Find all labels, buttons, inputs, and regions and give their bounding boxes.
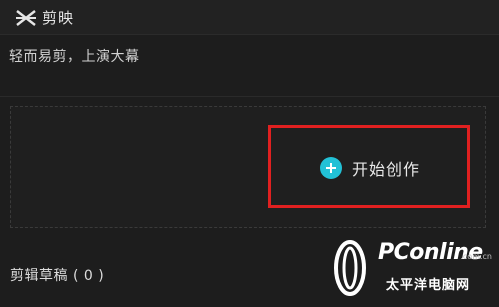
divider xyxy=(0,96,499,97)
pconline-watermark: PConline .com.cn 太平洋电脑网 xyxy=(330,232,496,304)
capcut-logo-icon xyxy=(16,9,36,26)
watermark-domain: .com.cn xyxy=(460,252,492,261)
pconline-logo-icon xyxy=(334,240,366,296)
app-window: 剪映 轻而易剪，上演大幕 开始创作 剪辑草稿 ( 0 ) PConline .c… xyxy=(0,0,499,307)
tagline: 轻而易剪，上演大幕 xyxy=(9,49,140,65)
drafts-section-title: 剪辑草稿 ( 0 ) xyxy=(10,268,105,284)
start-creating-label: 开始创作 xyxy=(352,160,421,179)
app-logo: 剪映 xyxy=(15,7,74,28)
top-bar: 剪映 xyxy=(0,0,499,35)
plus-circle-icon xyxy=(320,157,342,179)
app-name: 剪映 xyxy=(42,9,75,27)
watermark-subtitle: 太平洋电脑网 xyxy=(386,278,471,293)
start-creating-button[interactable]: 开始创作 xyxy=(320,156,420,180)
